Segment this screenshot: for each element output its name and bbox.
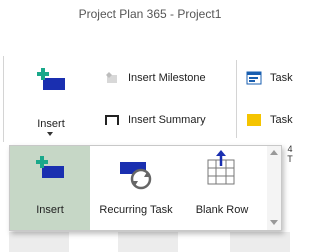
insert-summary-label: Insert Summary xyxy=(128,114,206,126)
insert-task-icon xyxy=(37,68,65,90)
task-view-button[interactable]: Task xyxy=(246,68,300,88)
insert-button-label: Insert xyxy=(37,118,65,130)
gallery-scrollbar[interactable] xyxy=(267,146,281,230)
gallery-item-insert[interactable]: Insert xyxy=(10,146,90,230)
ribbon: Insert Insert Milestone Insert Summary T… xyxy=(0,56,300,142)
insert-task-icon xyxy=(36,156,64,178)
grid-stripe xyxy=(118,232,178,252)
ribbon-separator xyxy=(3,56,4,142)
task-label-2: Task xyxy=(270,114,293,126)
gallery-item-label: Insert xyxy=(36,204,64,216)
timeline-col-bottom: T xyxy=(287,154,293,164)
task-note-button[interactable]: Task xyxy=(246,110,300,130)
gallery-item-label: Blank Row xyxy=(195,204,249,216)
insert-task-button[interactable]: Insert xyxy=(28,60,74,140)
gallery-item-blank-row[interactable]: Blank Row xyxy=(182,146,262,230)
recurring-task-icon xyxy=(120,162,152,190)
gallery-item-recurring-task[interactable]: Recurring Task xyxy=(96,146,176,230)
gallery-item-label: Recurring Task xyxy=(99,204,173,216)
blank-row-icon xyxy=(207,150,235,185)
chevron-down-icon[interactable] xyxy=(47,132,53,136)
insert-milestone-label: Insert Milestone xyxy=(128,72,206,84)
ribbon-group-separator xyxy=(236,60,237,138)
ribbon-tab-strip xyxy=(0,30,300,56)
timeline-column-header: 4 T xyxy=(282,144,298,164)
task-label-1: Task xyxy=(270,72,293,84)
grid-stripe xyxy=(9,232,69,252)
insert-gallery-dropdown: Insert Recurring Task Blank Row xyxy=(9,145,282,231)
grid-stripe xyxy=(230,232,290,252)
insert-milestone-button[interactable]: Insert Milestone xyxy=(104,68,232,88)
summary-icon xyxy=(105,115,119,125)
milestone-icon xyxy=(106,72,117,83)
scroll-down-icon[interactable] xyxy=(270,220,278,225)
task-table-icon xyxy=(246,71,262,85)
timeline-col-top: 4 xyxy=(287,144,293,154)
note-icon xyxy=(247,114,261,126)
insert-summary-button[interactable]: Insert Summary xyxy=(104,110,232,130)
scroll-up-icon[interactable] xyxy=(270,150,278,155)
window-title: Project Plan 365 - Project1 xyxy=(78,7,222,21)
